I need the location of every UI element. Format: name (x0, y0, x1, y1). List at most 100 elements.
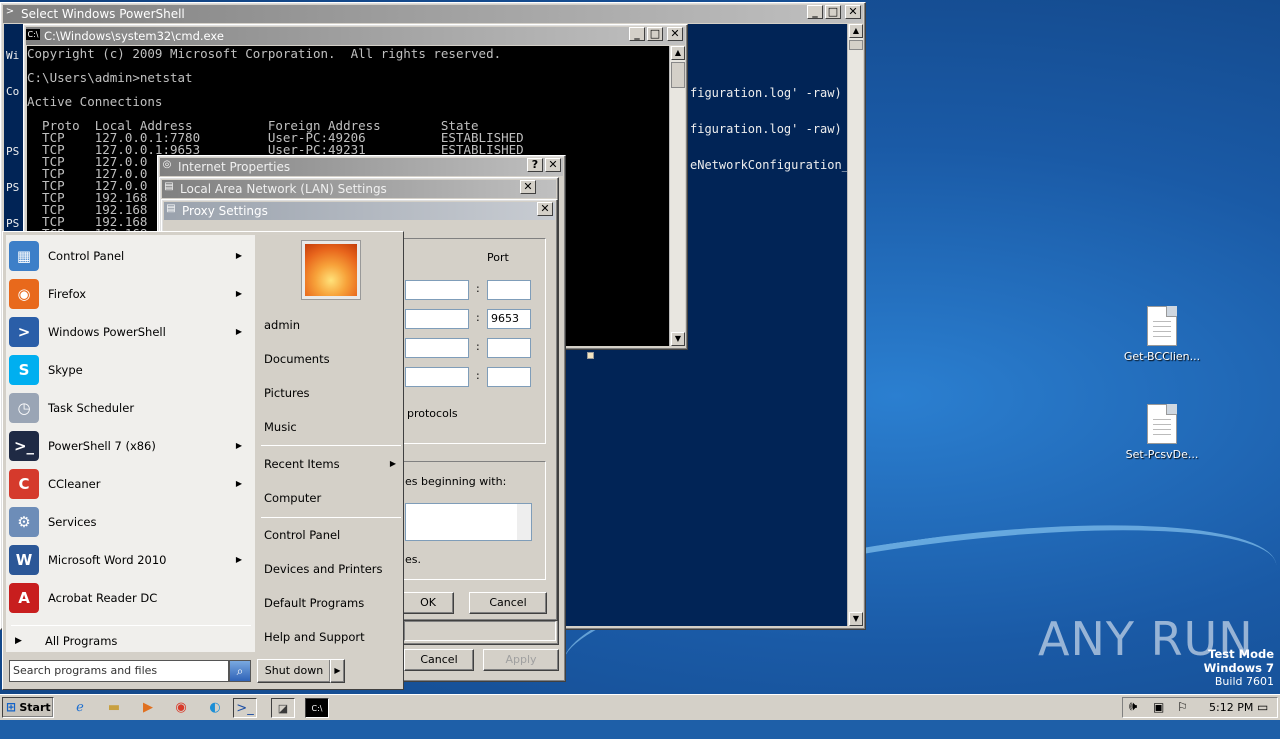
window-title: Internet Properties (178, 160, 291, 174)
powershell-icon: > (5, 6, 15, 17)
scroll-thumb[interactable] (849, 40, 863, 50)
program-item[interactable]: ◉ Firefox ▶ (5, 277, 250, 311)
program-label: Acrobat Reader DC (48, 591, 158, 605)
places-item[interactable]: Devices and Printers (264, 556, 402, 582)
colon-separator: : (476, 369, 480, 382)
places-item[interactable]: Computer (264, 485, 402, 511)
shutdown-options-arrow[interactable]: ▶ (330, 659, 345, 683)
cmd-titlebar[interactable]: C:\ C:\Windows\system32\cmd.exe _ □ ✕ (26, 27, 685, 45)
program-item[interactable]: ⚙ Services (5, 505, 250, 539)
system-tray: 🕪 ▣ ⚐ 5:12 PM ▭ (1122, 697, 1278, 718)
clock[interactable]: 5:12 PM (1209, 701, 1253, 714)
http-port-field[interactable] (487, 280, 531, 300)
same-proxy-label: protocols (407, 407, 458, 420)
explorer-folder-icon[interactable]: ▬ (102, 698, 126, 718)
divider (261, 517, 401, 518)
exceptions-textarea[interactable] (405, 503, 532, 541)
apply-button[interactable]: Apply (483, 649, 559, 671)
lan-settings-titlebar[interactable]: ▤ Local Area Network (LAN) Settings ✕ (162, 180, 556, 198)
maximize-button[interactable]: □ (825, 5, 841, 19)
program-item[interactable]: >_ PowerShell 7 (x86) ▶ (5, 429, 250, 463)
cmd-scrollbar[interactable]: ▲ ▼ (669, 46, 685, 346)
proxy-settings-titlebar[interactable]: ▤ Proxy Settings ✕ (164, 202, 555, 220)
ftp-proxy-address-field[interactable] (405, 338, 469, 358)
socks-port-field[interactable] (487, 367, 531, 387)
powershell-scrollbar[interactable]: ▲ ▼ (847, 24, 863, 626)
program-item[interactable]: A Acrobat Reader DC (5, 581, 250, 615)
desktop-file-set-pcsvde[interactable]: Set-PcsvDe... (1120, 404, 1204, 461)
console-line: eNetworkConfiguration_ (690, 158, 847, 172)
places-item[interactable]: Recent Items ▶ (264, 451, 402, 477)
powershell-taskbar-button[interactable]: >_ (233, 698, 257, 718)
program-item[interactable]: S Skype (5, 353, 250, 387)
edge-icon[interactable]: ◐ (203, 698, 227, 718)
places-item[interactable]: Music (264, 414, 402, 440)
scroll-down-arrow[interactable]: ▼ (671, 332, 685, 346)
places-item[interactable]: Help and Support (264, 624, 402, 650)
socks-proxy-address-field[interactable] (405, 367, 469, 387)
maximize-button[interactable]: □ (647, 27, 663, 41)
network-tray-icon[interactable]: ▣ (1153, 700, 1164, 714)
internet-explorer-icon[interactable]: ℯ (68, 698, 92, 718)
secure-proxy-address-field[interactable] (405, 309, 469, 329)
program-item[interactable]: W Microsoft Word 2010 ▶ (5, 543, 250, 577)
powershell-icon: > (9, 317, 39, 347)
places-item[interactable]: Control Panel (264, 522, 402, 548)
powershell-titlebar[interactable]: > Select Windows PowerShell _ □ ✕ (3, 5, 863, 23)
program-item[interactable]: ▦ Control Panel ▶ (5, 239, 250, 273)
window-title: Select Windows PowerShell (21, 7, 185, 21)
internet-properties-taskbar-button[interactable]: ◪ (271, 698, 295, 718)
cmd-icon: C:\ (26, 29, 40, 40)
submenu-arrow-icon: ▶ (235, 327, 242, 336)
search-input[interactable]: Search programs and files (9, 660, 229, 682)
shutdown-button[interactable]: Shut down (257, 659, 331, 683)
cancel-button[interactable]: Cancel (469, 592, 547, 614)
help-button[interactable]: ? (527, 158, 543, 172)
all-programs-button[interactable]: ▶ All Programs (11, 632, 251, 650)
secure-port-field[interactable]: 9653 (487, 309, 531, 329)
close-button[interactable]: ✕ (537, 202, 553, 216)
places-item[interactable]: Default Programs (264, 590, 402, 616)
exceptions-scrollbar[interactable] (517, 504, 531, 540)
console-line: figuration.log' -raw) (690, 86, 842, 100)
places-item[interactable]: Documents (264, 346, 402, 372)
program-item[interactable]: ◷ Task Scheduler (5, 391, 250, 425)
media-player-icon[interactable]: ▶ (136, 698, 160, 718)
program-label: Services (48, 515, 97, 529)
scroll-up-arrow[interactable]: ▲ (671, 46, 685, 60)
http-proxy-address-field[interactable] (405, 280, 469, 300)
acrobat-icon: A (9, 583, 39, 613)
scroll-thumb[interactable] (671, 62, 685, 88)
chrome-icon[interactable]: ◉ (169, 698, 193, 718)
places-item[interactable]: admin (264, 312, 402, 338)
places-item[interactable]: Pictures (264, 380, 402, 406)
search-icon[interactable]: ⌕ (229, 660, 251, 682)
volume-icon[interactable]: 🕪 (1129, 699, 1137, 714)
close-button[interactable]: ✕ (545, 158, 561, 172)
close-button[interactable]: ✕ (845, 5, 861, 19)
minimize-button[interactable]: _ (629, 27, 645, 41)
close-button[interactable]: ✕ (520, 180, 536, 194)
ccleaner-icon: C (9, 469, 39, 499)
console-right-text: figuration.log' -raw) figuration.log' -r… (690, 63, 847, 195)
colon-separator: : (476, 311, 480, 324)
program-item[interactable]: > Windows PowerShell ▶ (5, 315, 250, 349)
cmd-taskbar-button[interactable]: C:\ (305, 698, 329, 718)
desktop-icon-label: Set-PcsvDe... (1125, 448, 1199, 461)
close-button[interactable]: ✕ (667, 27, 683, 41)
action-center-flag-icon[interactable]: ⚐ (1177, 700, 1188, 714)
start-button[interactable]: ⊞ Start (2, 697, 54, 718)
user-avatar[interactable] (302, 241, 360, 299)
program-item[interactable]: C CCleaner ▶ (5, 467, 250, 501)
ok-button[interactable]: OK (402, 592, 454, 614)
pwsh-icon: >_ (9, 431, 39, 461)
scroll-up-arrow[interactable]: ▲ (849, 24, 863, 38)
desktop-file-get-bcclient[interactable]: Get-BCClien... (1120, 306, 1204, 363)
window-title: Local Area Network (LAN) Settings (180, 182, 387, 196)
show-desktop-icon[interactable]: ▭ (1257, 700, 1268, 714)
scroll-down-arrow[interactable]: ▼ (849, 612, 863, 626)
minimize-button[interactable]: _ (807, 5, 823, 19)
cancel-button[interactable]: Cancel (404, 649, 474, 671)
internet-properties-titlebar[interactable]: ◎ Internet Properties ? ✕ (160, 158, 563, 176)
ftp-port-field[interactable] (487, 338, 531, 358)
